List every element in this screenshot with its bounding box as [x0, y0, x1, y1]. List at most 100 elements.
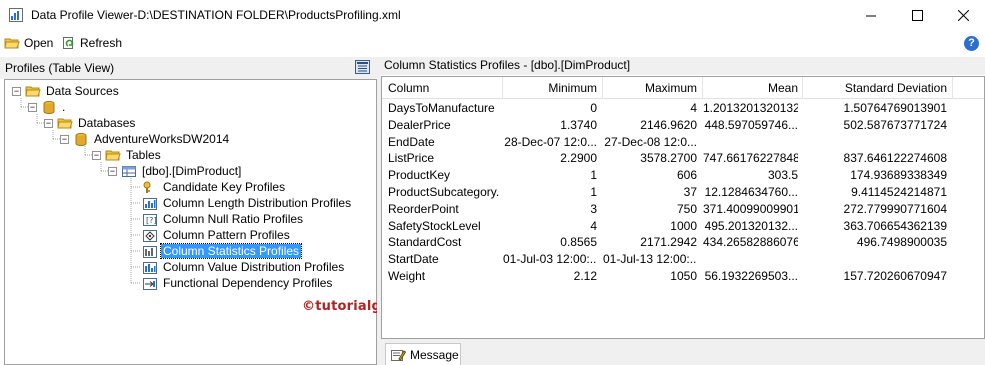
cell-minimum: 1: [590, 168, 597, 183]
tree-node-server[interactable]: − .: [28, 99, 67, 115]
cell-column: SafetyStockLevel: [388, 218, 481, 233]
tree-label: Candidate Key Profiles: [163, 180, 286, 194]
cell-column: DaysToManufacture: [388, 101, 495, 115]
title-bar: Data Profile Viewer-D:\DESTINATION FOLDE…: [0, 0, 985, 31]
column-header-mean[interactable]: Mean: [703, 80, 798, 97]
cell-column: ProductKey: [388, 168, 451, 183]
maximize-button[interactable]: [894, 0, 940, 31]
cell-maximum: 01-Jul-13 12:00:...: [603, 252, 697, 267]
tree-label: [dbo].[DimProduct]: [142, 164, 242, 178]
tree-node-databases[interactable]: − Databases: [44, 115, 137, 131]
table-row[interactable]: ListPrice 2.2900 3578.2700 747.66176227848 8…: [382, 150, 984, 166]
minimize-button[interactable]: [848, 0, 894, 31]
cell-standard-deviation: [803, 251, 947, 267]
tree-label: AdventureWorksDW2014: [94, 132, 230, 146]
tree-label: Tables: [126, 148, 161, 162]
statistics-pane-header: Column Statistics Profiles - [dbo].[DimP…: [381, 57, 985, 75]
minimize-icon: [865, 15, 876, 17]
open-button[interactable]: Open: [4, 34, 53, 52]
tree-node-data-sources[interactable]: − Data Sources: [12, 83, 121, 99]
cell-mean: 495.201320132...: [704, 218, 798, 233]
cell-standard-deviation: [803, 134, 947, 150]
cell-maximum: 4: [690, 101, 697, 115]
message-tab-label: Message: [410, 347, 459, 362]
table-row[interactable]: Weight 2.12 1050 56.1932269503... 157.720260…: [382, 268, 984, 284]
profiles-tree[interactable]: − Data Sources − . − Databases − Adventu…: [4, 79, 377, 365]
table-row[interactable]: ProductSubcategory... 1 37 12.1284634760...…: [382, 184, 984, 200]
message-tab[interactable]: Message: [385, 343, 461, 365]
toolbar: Open Refresh ?: [0, 31, 985, 55]
table-row[interactable]: StandardCost 0.8565 2171.2942 434.265828860…: [382, 234, 984, 250]
column-header-maximum[interactable]: Maximum: [603, 80, 697, 97]
table-row[interactable]: ReorderPoint 3 750 371.40099009901 272.77999…: [382, 201, 984, 217]
table-row[interactable]: DaysToManufacture 0 4 1.2013201320132 1.5076…: [382, 100, 984, 116]
collapse-icon[interactable]: −: [108, 166, 117, 176]
table-row[interactable]: EndDate 28-Dec-07 12:0... 27-Dec-08 12:0..…: [382, 134, 984, 150]
table-row[interactable]: SafetyStockLevel 4 1000 495.201320132... 363…: [382, 218, 984, 234]
refresh-button[interactable]: Refresh: [62, 34, 122, 52]
column-statistics-grid[interactable]: Column Minimum Maximum Mean Standard Dev…: [381, 76, 985, 339]
cell-maximum: 750: [676, 201, 697, 216]
column-header-column[interactable]: Column: [388, 80, 498, 97]
table-row[interactable]: DealerPrice 1.3740 2146.9620 448.597059746.…: [382, 117, 984, 133]
collapse-icon[interactable]: −: [60, 134, 69, 144]
cell-column: StartDate: [388, 252, 439, 267]
collapse-icon[interactable]: −: [44, 118, 53, 128]
column-header-minimum[interactable]: Minimum: [503, 80, 597, 97]
cell-maximum: 606: [676, 168, 697, 183]
database-icon: [75, 132, 87, 146]
table-row[interactable]: StartDate 01-Jul-03 12:00:... 01-Jul-13 12…: [382, 251, 984, 267]
cell-minimum: 3: [590, 201, 597, 216]
help-icon[interactable]: ?: [964, 36, 979, 51]
tree-node-candidate-key-profiles[interactable]: Candidate Key Profiles: [142, 179, 287, 195]
cell-minimum: 2.2900: [560, 151, 597, 166]
tree-node-functional-dependency-profiles[interactable]: Functional Dependency Profiles: [142, 275, 334, 291]
cell-mean: 371.40099009901: [703, 201, 798, 216]
tree-node-table[interactable]: − [dbo].[DimProduct]: [108, 163, 243, 179]
cell-minimum: 01-Jul-03 12:00:...: [503, 252, 597, 267]
cell-column: EndDate: [388, 134, 435, 149]
null-ratio-icon: [?]: [143, 213, 157, 226]
tree-node-column-pattern-profiles[interactable]: Column Pattern Profiles: [142, 227, 292, 243]
cell-maximum: 1000: [670, 218, 697, 233]
cell-minimum: 4: [590, 218, 597, 233]
cell-minimum: 0.8565: [560, 235, 597, 250]
collapse-icon[interactable]: −: [92, 150, 101, 160]
tree-node-column-statistics-profiles[interactable]: Column Statistics Profiles: [142, 243, 303, 259]
cell-minimum: 1: [590, 185, 597, 199]
cell-standard-deviation: 363.706654362139: [843, 218, 947, 233]
cell-minimum: 28-Dec-07 12:0...: [504, 134, 597, 149]
collapse-icon[interactable]: −: [12, 86, 21, 96]
maximize-icon: [911, 10, 923, 21]
statistics-pane-title: Column Statistics Profiles - [dbo].[DimP…: [384, 58, 631, 72]
key-icon: [143, 181, 151, 193]
statistics-icon: [143, 245, 157, 258]
cell-mean: [703, 251, 798, 267]
table-row[interactable]: ProductKey 1 606 303.5 174.93689338349: [382, 167, 984, 183]
tree-label: Column Pattern Profiles: [163, 228, 290, 242]
table-icon: [122, 165, 136, 177]
cell-mean: 448.597059746...: [704, 117, 798, 132]
folder-open-icon: [105, 150, 121, 160]
collapse-icon[interactable]: −: [28, 102, 37, 112]
column-divider[interactable]: [952, 77, 953, 99]
tree-label: Column Null Ratio Profiles: [163, 212, 304, 226]
cell-standard-deviation: 837.646122274608: [843, 151, 947, 166]
refresh-label: Refresh: [80, 36, 123, 50]
close-button[interactable]: [940, 0, 985, 31]
tree-node-column-null-ratio-profiles[interactable]: [?] Column Null Ratio Profiles: [142, 211, 305, 227]
toggle-view-icon[interactable]: [355, 60, 370, 74]
cell-mean: [703, 134, 798, 150]
cell-mean: 747.66176227848: [703, 151, 798, 166]
close-icon: [957, 10, 969, 21]
tree-node-column-value-distribution-profiles[interactable]: Column Value Distribution Profiles: [142, 259, 346, 275]
tree-node-column-length-distribution-profiles[interactable]: Column Length Distribution Profiles: [142, 195, 353, 211]
folder-open-icon: [57, 118, 73, 128]
cell-standard-deviation: 1.50764769013901: [843, 101, 947, 115]
tree-node-database[interactable]: − AdventureWorksDW2014: [60, 131, 231, 147]
refresh-icon: [63, 37, 74, 49]
column-header-standard-deviation[interactable]: Standard Deviation: [803, 80, 947, 97]
cell-column: ListPrice: [388, 151, 435, 166]
tree-node-tables[interactable]: − Tables: [92, 147, 163, 163]
cell-column: ReorderPoint: [388, 201, 459, 216]
